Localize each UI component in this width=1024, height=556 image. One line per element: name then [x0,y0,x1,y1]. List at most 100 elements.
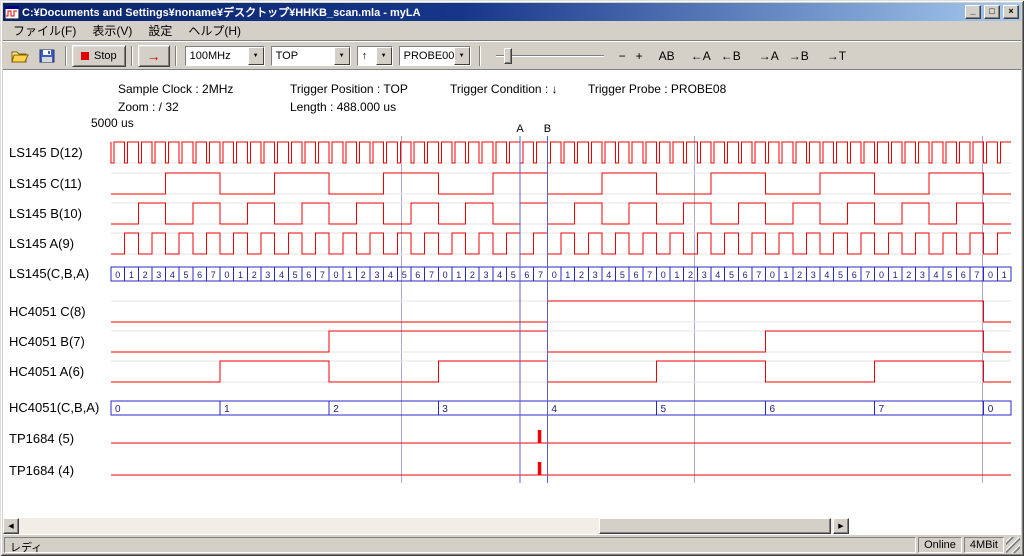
trigger-position-select[interactable]: TOP ▼ [271,46,351,66]
set-cursor-a-button[interactable]: →A [754,47,784,65]
scroll-thumb[interactable] [599,518,831,534]
minimize-button[interactable]: _ [965,5,981,19]
bus-value: 0 [988,270,993,280]
titlebar[interactable]: C:¥Documents and Settings¥noname¥デスクトップ¥… [3,3,1021,21]
trigger-edge-select[interactable]: ↑ ▼ [357,46,393,66]
toolbar-separator [131,46,133,66]
dropdown-arrow-icon[interactable]: ▼ [376,47,392,65]
channel-label: TP1684 (5) [9,431,74,446]
bus-value: 5 [661,404,667,415]
bus-value: 7 [647,270,652,280]
status-online-badge: Online [918,537,962,553]
bus-value: 6 [633,270,638,280]
save-file-button[interactable] [34,45,60,67]
channel-label: LS145 C(11) [9,176,82,191]
run-arrow-icon: → [147,49,161,63]
floppy-save-icon [39,49,55,63]
bus-value: 7 [429,270,434,280]
bus-value: 7 [865,270,870,280]
menu-help[interactable]: ヘルプ(H) [180,20,249,41]
bus-value: 5 [947,270,952,280]
dropdown-arrow-icon[interactable]: ▼ [454,47,470,65]
bus-value: 6 [524,270,529,280]
bus-value: 4 [388,270,393,280]
open-folder-icon [11,49,29,63]
bus-value: 5 [729,270,734,280]
slider-thumb[interactable] [504,48,512,64]
stop-button-label: Stop [94,50,117,62]
waveform-area[interactable]: 5000 us LS145 D(12) LS145 C(11) LS145 B(10)… [3,111,1021,511]
resize-grip[interactable] [1006,537,1020,553]
zoom-out-button[interactable]: − [614,47,631,65]
bus-value: 1 [893,270,898,280]
bus-value: 2 [143,270,148,280]
bus-value: 4 [824,270,829,280]
bus-value: 1 [347,270,352,280]
bus-value: 2 [470,270,475,280]
waveform-trace [111,142,1011,163]
stop-button[interactable]: Stop [72,45,126,67]
bus-value: 1 [238,270,243,280]
sample-clock-select[interactable]: 100MHz ▼ [185,46,265,66]
trigger-probe-select[interactable]: PROBE00 ▼ [399,46,471,66]
bus-value: 0 [770,270,775,280]
channel-label: HC4051 C(8) [9,304,86,319]
horizontal-scrollbar[interactable]: ◀ ▶ [3,518,849,534]
scroll-right-icon[interactable]: ▶ [833,518,849,534]
channel-label: LS145 B(10) [9,206,82,221]
bus-value: 3 [483,270,488,280]
menu-settings[interactable]: 設定 [140,20,180,41]
close-button[interactable]: × [1003,5,1019,19]
sample-clock-value: 100MHz [186,47,248,65]
zoom-ab-button[interactable]: AB [654,47,680,65]
zoom-slider[interactable] [494,46,606,66]
bus-value: 6 [743,270,748,280]
toolbar: Stop → 100MHz ▼ TOP ▼ ↑ ▼ PROBE00 ▼ − + [3,41,1021,70]
toolbar-separator [479,46,481,66]
bus-value: 4 [933,270,938,280]
toolbar-separator [175,46,177,66]
menu-view[interactable]: 表示(V) [84,20,140,41]
bus-value: 2 [252,270,257,280]
statusbar: レディ Online 4MBit [3,535,1021,553]
set-cursor-b-button[interactable]: →B [784,47,814,65]
bus-value: 0 [552,270,557,280]
bus-value: 2 [906,270,911,280]
scroll-left-icon[interactable]: ◀ [3,518,19,534]
bus-value: 3 [156,270,161,280]
status-message: レディ [4,537,916,553]
dropdown-arrow-icon[interactable]: ▼ [334,47,350,65]
zoom-in-button[interactable]: + [631,47,648,65]
bus-value: 7 [879,404,885,415]
pulse-mark [538,430,542,443]
open-file-button[interactable] [6,45,34,67]
trigger-position-info: Trigger Position : TOP [290,82,408,96]
bus-value: 7 [320,270,325,280]
bus-value: 2 [361,270,366,280]
bus-value: 4 [715,270,720,280]
trigger-probe-value: PROBE00 [400,47,454,65]
bus-value: 6 [852,270,857,280]
time-scale-label: 5000 us [91,116,134,130]
maximize-button[interactable]: □ [984,5,1000,19]
menubar: ファイル(F) 表示(V) 設定 ヘルプ(H) [3,21,1021,41]
run-button[interactable]: → [138,45,170,67]
bus-value: 4 [551,404,557,415]
menu-file[interactable]: ファイル(F) [5,20,84,41]
dropdown-arrow-icon[interactable]: ▼ [248,47,264,65]
channel-label: HC4051 A(6) [9,364,84,379]
scroll-track[interactable] [19,518,833,534]
bus-value: 1 [456,270,461,280]
bus-value: 4 [606,270,611,280]
goto-cursor-a-button[interactable]: ←A [686,47,716,65]
bus-value: 4 [170,270,175,280]
trigger-probe-info: Trigger Probe : PROBE08 [588,82,726,96]
bus-value: 3 [811,270,816,280]
bus-value: 5 [402,270,407,280]
bus-value: 7 [538,270,543,280]
goto-trigger-button[interactable]: →T [822,47,851,65]
bus-value: 5 [620,270,625,280]
bus-value: 4 [497,270,502,280]
channel-label: LS145 D(12) [9,145,83,160]
goto-cursor-b-button[interactable]: ←B [716,47,746,65]
